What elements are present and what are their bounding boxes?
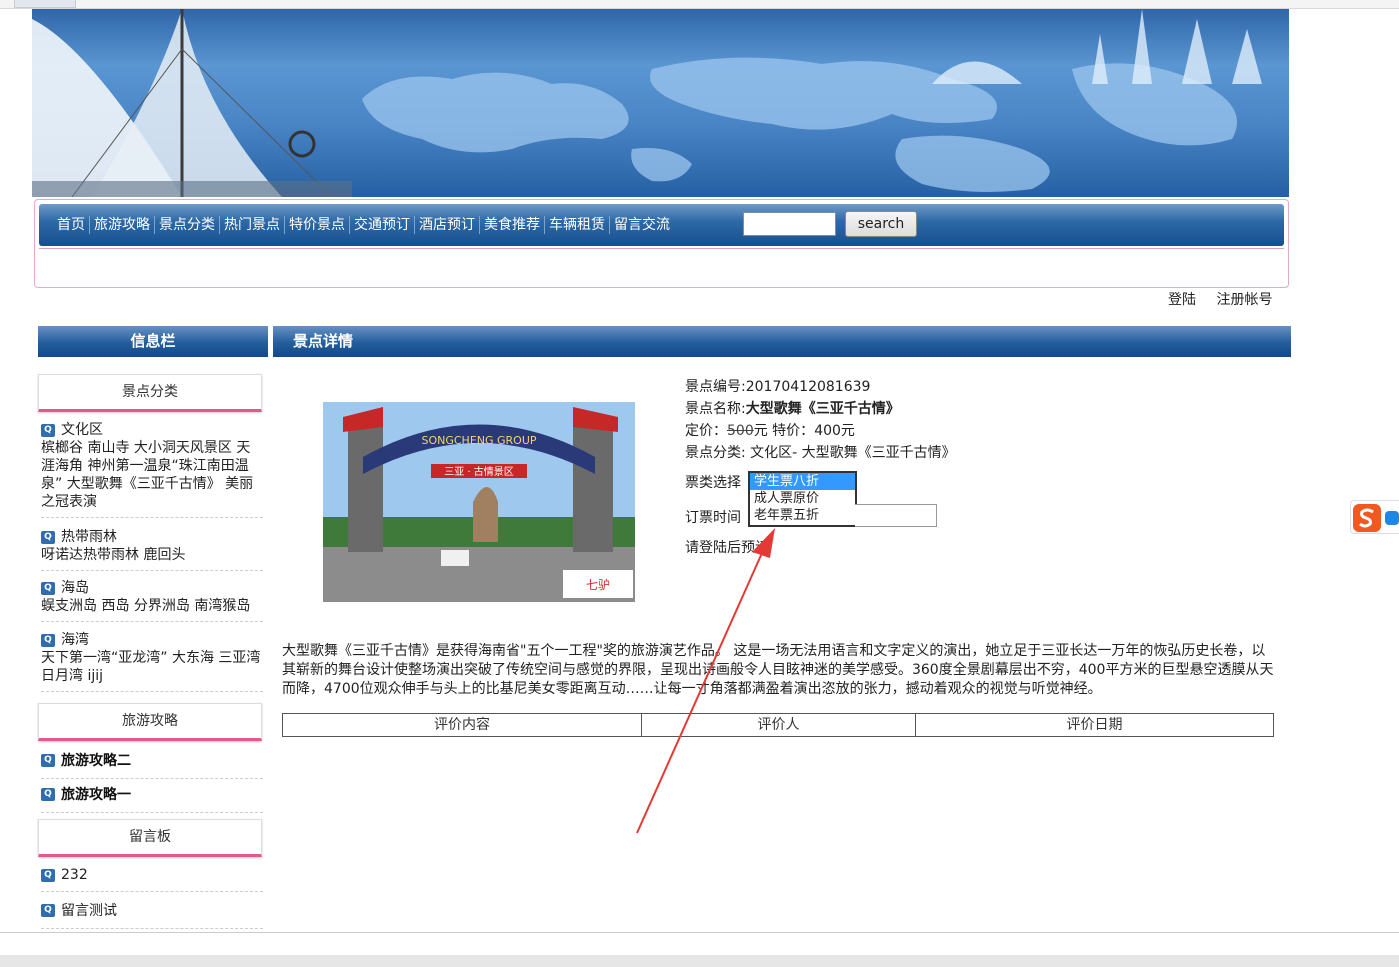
photo-logo-text: 七驴: [586, 577, 610, 592]
status-strip: [0, 955, 1399, 967]
attraction-id: 景点编号:20170412081639: [685, 376, 956, 398]
q-icon: Q: [41, 903, 55, 917]
photo-gate-text: SONGCHENG GROUP: [421, 434, 536, 447]
category-bay: Q 海湾 天下第一湾“亚龙湾” 大东海 三亚湾 日月湾 ijij: [41, 631, 263, 692]
message-label[interactable]: 留言测试: [61, 900, 117, 920]
ticket-option[interactable]: 成人票原价: [750, 490, 855, 507]
ticket-type-label: 票类选择: [685, 475, 741, 491]
category-name[interactable]: 海岛: [61, 579, 89, 597]
message-item[interactable]: Q 留言测试: [41, 900, 263, 929]
browser-bottom-bar: [0, 932, 1399, 967]
col-commenter: 评价人: [642, 714, 916, 736]
special-price: 400元: [814, 423, 855, 439]
login-note: 请登陆后预订: [685, 540, 769, 556]
category-culture: Q 文化区 槟榔谷 南山寺 大小洞天风景区 天涯海角 神州第一温泉“珠江南田温泉”…: [41, 421, 263, 518]
price-label: 定价：: [685, 423, 727, 439]
strategy-item[interactable]: Q 旅游攻略一: [41, 784, 263, 813]
q-icon: Q: [41, 423, 55, 437]
strategy-label[interactable]: 旅游攻略二: [61, 750, 131, 770]
attraction-description: 大型歌舞《三亚千古情》是获得海南省"五个一工程"奖的旅游演艺作品。 这是一场无法…: [282, 643, 1274, 697]
message-label[interactable]: 232: [61, 867, 88, 883]
price-unit: 元 特价：: [753, 423, 815, 439]
login-link[interactable]: 登陆: [1168, 292, 1196, 308]
order-date-input[interactable]: [855, 504, 937, 527]
category-name[interactable]: 海湾: [61, 631, 89, 649]
id-value: 20170412081639: [745, 379, 871, 395]
user-links: 登陆 注册帐号: [1168, 289, 1288, 309]
comments-table-header: 评价内容 评价人 评价日期: [282, 713, 1274, 737]
search-button[interactable]: search: [845, 211, 917, 237]
attraction-details: 景点编号:20170412081639 景点名称:大型歌舞《三亚千古情》 定价：…: [685, 376, 956, 464]
category-name[interactable]: 热带雨林: [61, 528, 117, 546]
main-nav: 首页 旅游攻略 景点分类 热门景点 特价景点 交通预订 酒店预订 美食推荐 车辆租赁 留言交流 s…: [39, 204, 1284, 246]
q-icon: Q: [41, 753, 55, 767]
category-name[interactable]: 文化区: [61, 421, 103, 439]
nav-item[interactable]: 车辆租赁: [545, 216, 610, 234]
strategy-label[interactable]: 旅游攻略一: [61, 784, 131, 804]
col-comment-date: 评价日期: [1066, 717, 1123, 733]
id-label: 景点编号:: [685, 379, 746, 395]
register-link[interactable]: 注册帐号: [1216, 292, 1272, 308]
original-price: 500: [727, 423, 754, 439]
nav-item[interactable]: 特价景点: [285, 216, 350, 234]
category-rainforest: Q 热带雨林 呀诺达热带雨林 鹿回头: [41, 528, 263, 571]
col-comment-content: 评价内容: [283, 714, 642, 736]
nav-item[interactable]: 美食推荐: [480, 216, 545, 234]
sub-nav-bar: [39, 248, 1284, 284]
nav-item[interactable]: 留言交流: [610, 216, 674, 234]
nav-item[interactable]: 首页: [53, 216, 90, 234]
nav-item[interactable]: 交通预订: [350, 216, 415, 234]
attraction-price: 定价：500元 特价：400元: [685, 420, 956, 442]
message-item[interactable]: Q 232: [41, 867, 263, 892]
name-value: 大型歌舞《三亚千古情》: [745, 401, 900, 417]
q-icon: Q: [41, 868, 55, 882]
sidebar-title: 信息栏: [38, 326, 268, 357]
ticket-option[interactable]: 老年票五折: [750, 507, 855, 524]
nav-container: 首页 旅游攻略 景点分类 热门景点 特价景点 交通预订 酒店预订 美食推荐 车辆租赁 留言交流 s…: [34, 199, 1289, 288]
nav-item[interactable]: 热门景点: [220, 216, 285, 234]
category-items[interactable]: 蜈支洲岛 西岛 分界洲岛 南湾猴岛: [41, 597, 263, 615]
sogou-ime-icon[interactable]: [1350, 500, 1399, 534]
attraction-photo: SONGCHENG GROUP 三亚 · 古情景区 七驴: [323, 402, 635, 602]
ticket-option[interactable]: 学生票八折: [750, 473, 855, 490]
board-box-title: 留言板: [38, 819, 262, 857]
photo-sign-text: 三亚 · 古情景区: [444, 465, 514, 478]
attraction-name: 景点名称:大型歌舞《三亚千古情》: [685, 398, 956, 420]
q-icon: Q: [41, 787, 55, 801]
q-icon: Q: [41, 633, 55, 647]
nav-item[interactable]: 旅游攻略: [90, 216, 155, 234]
nav-items: 首页 旅游攻略 景点分类 热门景点 特价景点 交通预订 酒店预订 美食推荐 车辆租赁 留言交流: [53, 216, 674, 234]
order-date-label: 订票时间: [685, 510, 741, 526]
nav-item[interactable]: 酒店预订: [415, 216, 480, 234]
q-icon: Q: [41, 581, 55, 595]
strategy-box-title: 旅游攻略: [38, 703, 262, 741]
nav-item[interactable]: 景点分类: [155, 216, 220, 234]
category-island: Q 海岛 蜈支洲岛 西岛 分界洲岛 南湾猴岛: [41, 579, 263, 622]
category-items[interactable]: 呀诺达热带雨林 鹿回头: [41, 546, 263, 564]
browser-top-strip: [0, 0, 1399, 9]
category-items[interactable]: 槟榔谷 南山寺 大小洞天风景区 天涯海角 神州第一温泉“珠江南田温泉” 大型歌舞…: [41, 439, 263, 511]
category-box-title: 景点分类: [38, 374, 262, 412]
attraction-category: 景点分类: 文化区- 大型歌舞《三亚千古情》: [685, 445, 956, 461]
browser-tab[interactable]: [14, 0, 76, 8]
content-title: 景点详情: [273, 326, 1291, 357]
header-banner: [32, 9, 1289, 197]
category-items[interactable]: 天下第一湾“亚龙湾” 大东海 三亚湾 日月湾 ijij: [41, 649, 263, 685]
strategy-item[interactable]: Q 旅游攻略二: [41, 750, 263, 779]
ticket-type-dropdown[interactable]: 学生票八折 成人票原价 老年票五折: [748, 471, 857, 527]
q-icon: Q: [41, 530, 55, 544]
name-label: 景点名称:: [685, 401, 746, 417]
search-input[interactable]: [743, 212, 836, 236]
